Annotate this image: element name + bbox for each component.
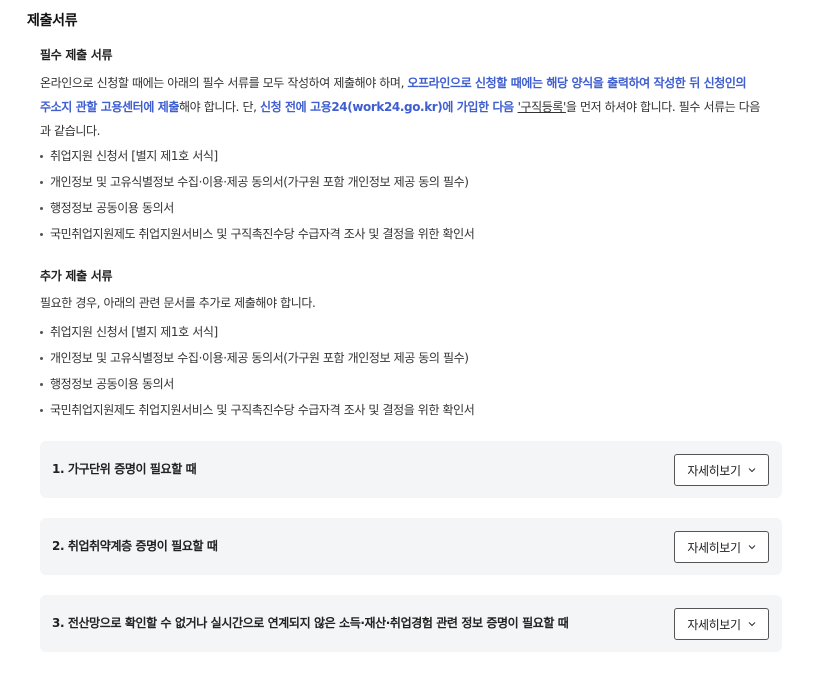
view-details-button[interactable]: 자세히보기 bbox=[674, 454, 769, 486]
list-item: 행정정보 공동이용 동의서 bbox=[40, 195, 780, 221]
accordion-income-property-proof: 3. 전산망으로 확인할 수 없거나 실시간으로 연계되지 않은 소득·재산·취… bbox=[40, 595, 782, 652]
job-registration-link[interactable]: '구직등록' bbox=[518, 100, 567, 114]
intro-line-2: 주소지 관할 고용센터에 제출해야 합니다. 단, 신청 전에 고용24(wor… bbox=[40, 95, 780, 119]
additional-documents-list: 취업지원 신청서 [별지 제1호 서식] 개인정보 및 고유식별정보 수집·이용… bbox=[40, 319, 780, 423]
accordion-title: 1. 가구단위 증명이 필요할 때 bbox=[52, 462, 197, 476]
list-item: 취업지원 신청서 [별지 제1호 서식] bbox=[40, 143, 780, 169]
accordion-vulnerable-group-proof: 2. 취업취약계층 증명이 필요할 때 자세히보기 bbox=[40, 518, 782, 575]
list-item: 개인정보 및 고유식별정보 수집·이용·제공 동의서(가구원 포함 개인정보 제… bbox=[40, 169, 780, 195]
intro-text-2: 해야 합니다. 단, bbox=[179, 100, 260, 114]
view-details-button[interactable]: 자세히보기 bbox=[674, 608, 769, 640]
additional-documents-title: 추가 제출 서류 bbox=[40, 269, 113, 283]
additional-documents-intro: 필요한 경우, 아래의 관련 문서를 추가로 제출해야 합니다. bbox=[40, 296, 316, 310]
intro-highlight-1: 오프라인으로 신청할 때에는 해당 양식을 출력하여 작성한 뒤 신청인의 bbox=[407, 76, 747, 90]
intro-text-3: 을 먼저 하셔야 합니다. 필수 서류는 다음 bbox=[565, 100, 761, 114]
list-item: 개인정보 및 고유식별정보 수집·이용·제공 동의서(가구원 포함 개인정보 제… bbox=[40, 345, 780, 371]
required-documents-title: 필수 제출 서류 bbox=[40, 48, 113, 62]
intro-line-1: 온라인으로 신청할 때에는 아래의 필수 서류를 모두 작성하여 제출해야 하며… bbox=[40, 71, 780, 95]
view-details-label: 자세히보기 bbox=[687, 617, 741, 632]
accordion-household-proof: 1. 가구단위 증명이 필요할 때 자세히보기 bbox=[40, 441, 782, 498]
required-documents-list: 취업지원 신청서 [별지 제1호 서식] 개인정보 및 고유식별정보 수집·이용… bbox=[40, 143, 780, 247]
chevron-down-icon bbox=[748, 545, 755, 550]
view-details-button[interactable]: 자세히보기 bbox=[674, 531, 769, 563]
list-item: 국민취업지원제도 취업지원서비스 및 구직촉진수당 수급자격 조사 및 결정을 … bbox=[40, 397, 780, 423]
intro-text-1: 온라인으로 신청할 때에는 아래의 필수 서류를 모두 작성하여 제출해야 하며… bbox=[40, 76, 408, 90]
intro-text-4: 과 같습니다. bbox=[40, 124, 101, 138]
view-details-label: 자세히보기 bbox=[687, 540, 741, 555]
chevron-down-icon bbox=[748, 622, 755, 627]
chevron-down-icon bbox=[748, 468, 755, 473]
intro-highlight-3: 신청 전에 고용24(work24.go.kr)에 가입한 다음 bbox=[259, 100, 518, 114]
intro-line-3: 과 같습니다. bbox=[40, 119, 780, 143]
accordion-title: 2. 취업취약계층 증명이 필요할 때 bbox=[52, 539, 218, 553]
list-item: 행정정보 공동이용 동의서 bbox=[40, 371, 780, 397]
required-documents-intro: 온라인으로 신청할 때에는 아래의 필수 서류를 모두 작성하여 제출해야 하며… bbox=[40, 71, 780, 143]
intro-highlight-2: 주소지 관할 고용센터에 제출 bbox=[40, 100, 180, 114]
section-title: 제출서류 bbox=[27, 13, 78, 29]
list-item: 취업지원 신청서 [별지 제1호 서식] bbox=[40, 319, 780, 345]
accordion-title: 3. 전산망으로 확인할 수 없거나 실시간으로 연계되지 않은 소득·재산·취… bbox=[52, 616, 569, 630]
view-details-label: 자세히보기 bbox=[687, 463, 741, 478]
documents-page: 제출서류 필수 제출 서류 온라인으로 신청할 때에는 아래의 필수 서류를 모… bbox=[0, 0, 823, 674]
list-item: 국민취업지원제도 취업지원서비스 및 구직촉진수당 수급자격 조사 및 결정을 … bbox=[40, 221, 780, 247]
